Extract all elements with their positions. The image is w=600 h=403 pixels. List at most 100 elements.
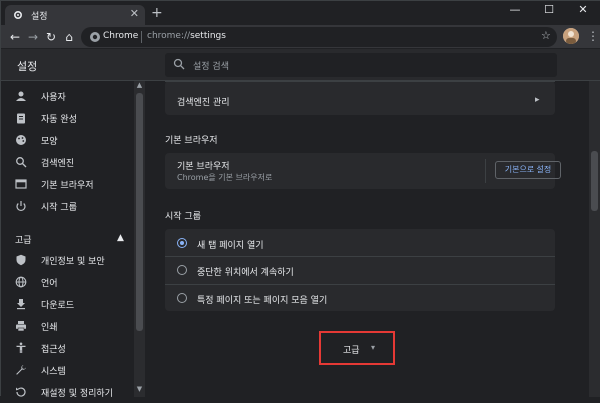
sidebar-item-label: 시스템 (41, 367, 66, 377)
accessibility-icon (16, 342, 26, 353)
home-icon[interactable]: ⌂ (61, 29, 77, 45)
minimize-button[interactable]: — (498, 1, 532, 21)
sidebar: 사용자 자동 완성 모양 검색엔진 기본 브라우저 시작 그룹 고급 ▲ 개인정… (1, 81, 147, 399)
startup-card: 새 탭 페이지 열기 중단한 위치에서 계속하기 특정 페이지 또는 페이지 모… (165, 229, 555, 311)
omnibox-divider (141, 31, 142, 43)
url-text: chrome://settings (147, 31, 226, 41)
vertical-divider (485, 159, 486, 183)
download-icon (17, 299, 25, 310)
settings-search-input[interactable]: 설정 검색 (165, 53, 557, 77)
sidebar-advanced-section[interactable]: 고급 (15, 233, 32, 246)
new-tab-button[interactable]: + (151, 6, 163, 20)
power-icon (16, 201, 26, 212)
chevron-right-icon: ▸ (535, 95, 540, 105)
default-browser-section-title: 기본 브라우저 (165, 136, 218, 146)
sidebar-item-label: 인쇄 (41, 323, 58, 333)
avatar-icon (563, 28, 579, 44)
divider (165, 81, 555, 82)
wrench-icon (16, 365, 26, 375)
startup-option-label: 중단한 위치에서 계속하기 (197, 268, 294, 278)
chrome-logo-icon (90, 32, 100, 42)
browser-icon (15, 179, 27, 189)
tab-close-icon[interactable]: ✕ (130, 8, 139, 20)
startup-option-continue[interactable]: 중단한 위치에서 계속하기 (165, 257, 555, 284)
search-placeholder: 설정 검색 (193, 62, 229, 72)
settings-header: 설정 설정 검색 (1, 49, 600, 81)
advanced-button-label: 고급 (343, 346, 360, 356)
main-scrollbar[interactable] (589, 81, 600, 397)
startup-option-label: 특정 페이지 또는 페이지 모음 열기 (197, 296, 328, 306)
radio-button[interactable] (177, 265, 187, 275)
close-window-button[interactable]: ✕ (566, 1, 600, 21)
reload-icon[interactable]: ↻ (43, 29, 59, 45)
person-icon (16, 91, 26, 101)
more-menu-icon[interactable]: ⋮ (587, 30, 599, 42)
search-engine-manage-row[interactable]: 검색엔진 관리 ▸ (165, 85, 555, 113)
sidebar-item-people[interactable]: 사용자 (1, 85, 147, 107)
palette-icon (16, 135, 26, 145)
profile-avatar[interactable] (563, 28, 579, 44)
sidebar-item-system[interactable]: 시스템 (1, 359, 147, 381)
sidebar-item-reset[interactable]: 재설정 및 정리하기 (1, 381, 147, 403)
sidebar-item-accessibility[interactable]: 접근성 (1, 337, 147, 359)
advanced-button[interactable]: 고급 ▾ (321, 333, 393, 363)
sidebar-item-label: 기본 브라우저 (41, 181, 94, 191)
tab-title: 설정 (31, 12, 48, 22)
sidebar-item-downloads[interactable]: 다운로드 (1, 293, 147, 315)
sidebar-item-label: 언어 (41, 279, 58, 289)
sidebar-item-label: 재설정 및 정리하기 (41, 389, 113, 399)
browser-toolbar: ← → ↻ ⌂ Chrome chrome://settings ☆ ⋮ (1, 25, 600, 49)
sidebar-item-label: 사용자 (41, 93, 66, 103)
search-icon (16, 157, 27, 168)
default-browser-row-subtitle: Chrome을 기본 브라우저로 (177, 173, 273, 182)
radio-button-selected[interactable] (177, 238, 187, 248)
sidebar-item-autofill[interactable]: 자동 완성 (1, 107, 147, 129)
sidebar-item-label: 접근성 (41, 345, 66, 355)
sidebar-item-appearance[interactable]: 모양 (1, 129, 147, 151)
startup-section-title: 시작 그룹 (165, 212, 201, 222)
bookmark-star-icon[interactable]: ☆ (541, 29, 551, 42)
sidebar-item-search-engine[interactable]: 검색엔진 (1, 151, 147, 173)
sidebar-item-label: 개인정보 및 보안 (41, 257, 105, 267)
sidebar-item-languages[interactable]: 언어 (1, 271, 147, 293)
sidebar-item-label: 모양 (41, 137, 58, 147)
sidebar-item-label: 자동 완성 (41, 115, 77, 125)
site-chip-label: Chrome (103, 31, 139, 41)
tab-settings[interactable]: 설정 ✕ (5, 5, 145, 25)
radio-button[interactable] (177, 293, 187, 303)
clipboard-icon (17, 113, 25, 124)
search-engine-manage-label: 검색엔진 관리 (177, 98, 230, 108)
sidebar-item-label: 시작 그룹 (41, 203, 77, 213)
sidebar-item-on-startup[interactable]: 시작 그룹 (1, 195, 147, 217)
chevron-down-icon: ▾ (371, 343, 376, 352)
search-icon (173, 58, 185, 70)
url-scheme: chrome:// (147, 31, 191, 41)
default-browser-row-title: 기본 브라우저 (177, 162, 230, 172)
sidebar-item-privacy[interactable]: 개인정보 및 보안 (1, 249, 147, 271)
scroll-up-arrow-icon[interactable]: ▲ (134, 81, 145, 91)
startup-option-specific-pages[interactable]: 특정 페이지 또는 페이지 모음 열기 (165, 285, 555, 311)
sidebar-scroll-thumb[interactable] (136, 93, 143, 331)
url-path: settings (190, 31, 226, 41)
tab-strip: 설정 ✕ + — ☐ ✕ (1, 1, 600, 25)
sidebar-item-label: 다운로드 (41, 301, 75, 311)
sidebar-item-printing[interactable]: 인쇄 (1, 315, 147, 337)
make-default-button[interactable]: 기본으로 설정 (495, 161, 561, 179)
browser-window: 설정 ✕ + — ☐ ✕ ← → ↻ ⌂ Chrome chrome://set… (0, 0, 600, 399)
sidebar-item-default-browser[interactable]: 기본 브라우저 (1, 173, 147, 195)
back-arrow-icon[interactable]: ← (7, 29, 23, 45)
gear-icon (13, 10, 23, 20)
printer-icon (16, 321, 26, 332)
default-browser-card: 기본 브라우저 Chrome을 기본 브라우저로 기본으로 설정 (165, 153, 561, 189)
address-bar[interactable]: Chrome chrome://settings (81, 27, 557, 47)
scroll-down-arrow-icon[interactable]: ▼ (134, 385, 145, 395)
startup-option-label: 새 탭 페이지 열기 (197, 241, 264, 251)
globe-icon (15, 276, 27, 288)
page-title: 설정 (17, 60, 38, 73)
sidebar-item-label: 검색엔진 (41, 159, 75, 169)
forward-arrow-icon[interactable]: → (25, 29, 41, 45)
main-scroll-thumb[interactable] (591, 151, 598, 211)
startup-option-new-tab[interactable]: 새 탭 페이지 열기 (165, 229, 555, 256)
chevron-up-icon[interactable]: ▲ (117, 233, 124, 243)
maximize-button[interactable]: ☐ (532, 1, 566, 21)
